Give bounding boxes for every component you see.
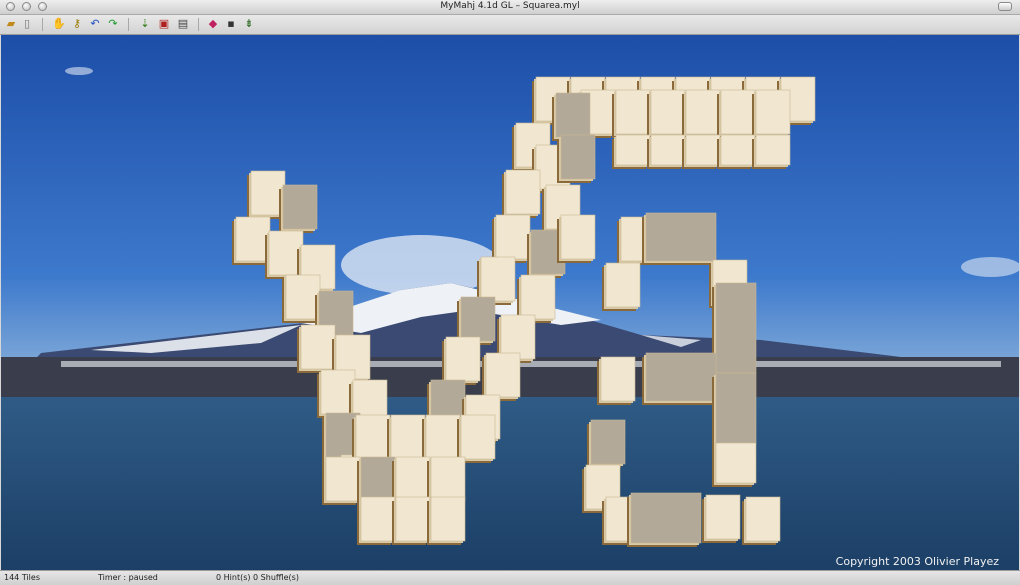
export-icon[interactable]: ⇟ (242, 17, 256, 31)
mahjong-tile[interactable] (587, 419, 626, 468)
board-svg: Copyright 2003 Olivier Playez (1, 35, 1019, 570)
mahjong-tile[interactable] (642, 212, 717, 265)
mahjong-tile[interactable] (279, 184, 318, 233)
mahjong-tile[interactable] (357, 496, 396, 545)
mahjong-tile[interactable] (702, 494, 741, 543)
toolbar: ▰ ▯ ✋ ⚷ ↶ ↷ ⇣ ▣ ▤ ◆ ▪ ⇟ (0, 15, 1020, 35)
mahjong-tile[interactable] (502, 169, 541, 218)
mahjong-tile[interactable] (552, 92, 591, 141)
key-icon[interactable]: ⚷ (70, 17, 84, 31)
mahjong-tile[interactable] (492, 214, 531, 263)
mahjong-tile[interactable] (442, 336, 481, 385)
mahjong-tile[interactable] (612, 89, 651, 138)
toolbar-toggle-button[interactable] (998, 2, 1012, 11)
lake (1, 397, 1019, 570)
redo-icon[interactable]: ↷ (106, 17, 120, 31)
mahjong-tile[interactable] (742, 496, 781, 545)
mahjong-tile[interactable] (602, 262, 641, 311)
copyright-text: Copyright 2003 Olivier Playez (836, 555, 1000, 568)
mahjong-tile[interactable] (387, 414, 426, 463)
mahjong-tile[interactable] (427, 496, 466, 545)
mahjong-tile[interactable] (642, 352, 717, 405)
mahjong-tile[interactable] (457, 414, 496, 463)
mahjong-tile[interactable] (647, 134, 686, 169)
mahjong-tile[interactable] (752, 134, 791, 169)
mahjong-tile[interactable] (717, 89, 756, 138)
mahjong-tile[interactable] (627, 492, 702, 547)
mahjong-tile[interactable] (752, 89, 791, 138)
mahjong-tile[interactable] (717, 134, 756, 169)
mahjong-tile[interactable] (647, 89, 686, 138)
mahjong-tile[interactable] (392, 496, 431, 545)
mahjong-tile[interactable] (422, 414, 461, 463)
hint-arrow-icon[interactable]: ⇣ (138, 17, 152, 31)
undo-icon[interactable]: ↶ (88, 17, 102, 31)
timer-status: Timer : paused (98, 573, 158, 582)
mahjong-tile[interactable] (297, 324, 336, 373)
mahjong-tile[interactable] (682, 89, 721, 138)
window-title: MyMahj 4.1d GL – Squarea.myl (440, 1, 580, 11)
mahjong-tile[interactable] (597, 356, 636, 405)
open-folder-icon[interactable]: ▰ (4, 17, 18, 31)
save-icon[interactable]: ▪ (224, 17, 238, 31)
mahjong-tile[interactable] (557, 134, 596, 183)
mahjong-tile[interactable] (232, 216, 271, 265)
mahjong-tile[interactable] (712, 442, 757, 487)
mahjong-tile[interactable] (322, 456, 361, 505)
layout-icon[interactable]: ▤ (176, 17, 190, 31)
eraser-icon[interactable]: ◆ (206, 17, 220, 31)
hint-shuffle-count: 0 Hint(s) 0 Shuffle(s) (216, 573, 299, 582)
mahjong-tile[interactable] (352, 414, 391, 463)
cloud (961, 257, 1019, 277)
new-document-icon[interactable]: ▯ (20, 17, 34, 31)
game-board[interactable]: Copyright 2003 Olivier Playez (1, 35, 1019, 570)
mahjong-tile[interactable] (612, 134, 651, 169)
title-bar: MyMahj 4.1d GL – Squarea.myl (0, 0, 1020, 15)
hand-icon[interactable]: ✋ (52, 17, 66, 31)
tile-count: 144 Tiles (4, 573, 40, 582)
mahjong-tile[interactable] (282, 274, 321, 323)
status-bar: 144 Tiles Timer : paused 0 Hint(s) 0 Shu… (0, 570, 1020, 585)
mahjong-tile[interactable] (557, 214, 596, 263)
mahjong-tile[interactable] (682, 134, 721, 169)
shuffle-icon[interactable]: ▣ (157, 17, 171, 31)
mahjong-tile[interactable] (712, 372, 757, 447)
mahjong-tile[interactable] (712, 282, 757, 377)
cloud (65, 67, 93, 75)
mahjong-tile[interactable] (482, 352, 521, 401)
